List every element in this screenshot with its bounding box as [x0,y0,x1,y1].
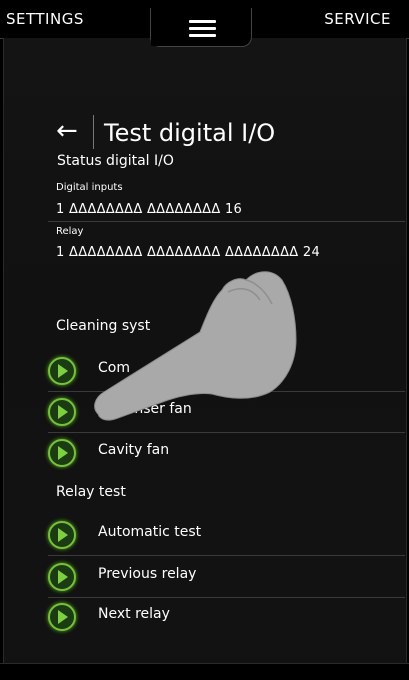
list-item-label: ndenser fan [108,401,192,417]
bottom-bar [0,663,409,680]
divider [48,432,405,433]
list-item-label: Next relay [98,606,170,622]
list-item-automatic-test[interactable]: Automatic test [48,521,405,561]
app-screen: SETTINGS SERVICE ← Test digital I/O Stat… [0,0,409,680]
relay-label: Relay [56,226,84,237]
list-item-label: Com [98,360,130,376]
digital-inputs-label: Digital inputs [56,182,123,193]
list-item-condenser-fan[interactable]: ndenser fan [48,398,405,438]
relay-test-title: Relay test [56,484,126,500]
hamburger-menu-icon-bar [189,34,216,37]
play-button-icon[interactable] [48,563,76,591]
divider [48,597,405,598]
hamburger-menu-icon-bar [189,27,216,30]
service-tab[interactable]: SERVICE [324,10,391,28]
menu-button[interactable] [150,8,252,47]
play-button-icon[interactable] [48,357,76,385]
status-section-title: Status digital I/O [57,153,174,169]
play-button-icon[interactable] [48,439,76,467]
play-button-icon[interactable] [48,603,76,631]
title-divider [93,115,94,149]
settings-tab[interactable]: SETTINGS [6,10,84,28]
play-button-icon[interactable] [48,398,76,426]
relay-status: 1 ΔΔΔΔΔΔΔΔ ΔΔΔΔΔΔΔΔ ΔΔΔΔΔΔΔΔ 24 [56,245,321,260]
back-arrow-icon[interactable]: ← [56,118,78,144]
list-item-label: Cavity fan [98,442,170,458]
list-item-label: Automatic test [98,524,202,540]
divider [48,221,405,222]
list-item-next-relay[interactable]: Next relay [48,603,405,643]
list-item-label: Previous relay [98,566,197,582]
digital-inputs-status: 1 ΔΔΔΔΔΔΔΔ ΔΔΔΔΔΔΔΔ 16 [56,202,243,217]
divider [48,391,405,392]
play-button-icon[interactable] [48,521,76,549]
list-item-previous-relay[interactable]: Previous relay [48,563,405,603]
page-title: Test digital I/O [104,119,276,147]
divider [48,555,405,556]
cleaning-system-title: Cleaning syst [56,318,151,334]
hamburger-menu-icon [189,20,216,23]
list-item-compressor[interactable]: Com [48,357,405,397]
list-item-cavity-fan[interactable]: Cavity fan [48,439,405,479]
